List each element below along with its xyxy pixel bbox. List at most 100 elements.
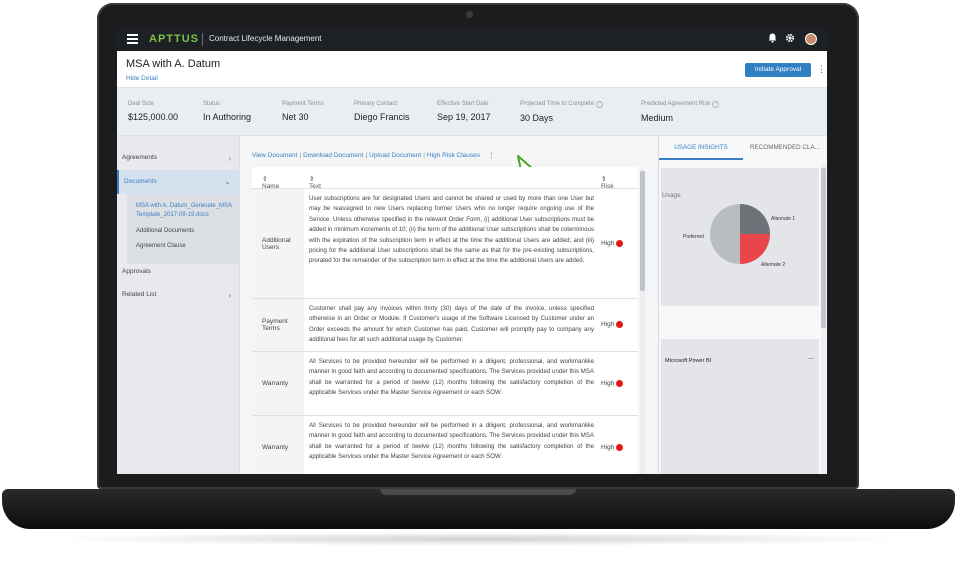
table-row[interactable]: Additional Users User subscriptions are … [252, 189, 638, 299]
predicted-risk-value: Medium [641, 113, 674, 123]
top-navigation-bar: APTTUS Contract Lifecycle Management [117, 28, 827, 51]
hide-detail-link[interactable]: Hide Detail [126, 75, 158, 82]
clause-name: Additional Users [252, 189, 304, 298]
usage-pie-chart [710, 204, 770, 264]
nav-label: Related List [122, 291, 157, 298]
projected-time-field: Projected Time to Complete? 30 Days [520, 101, 604, 123]
pie-label-alternate-2: Alternate 2 [761, 262, 786, 268]
deal-size-label: Deal Size [128, 101, 154, 107]
tab-recommended-clauses[interactable]: RECOMMENDED CLA... [743, 136, 827, 160]
help-icon[interactable]: ? [712, 101, 720, 108]
table-row[interactable]: Warranty All Services to be provided her… [252, 352, 638, 416]
projected-time-label: Projected Time to Complete? [520, 101, 604, 108]
nav-item-related-list[interactable]: Related List › [117, 291, 240, 300]
pie-slice-preferred [710, 204, 740, 264]
column-header-risk[interactable]: Risk ⇕ [601, 175, 614, 190]
clause-text: User subscriptions are for designated Us… [309, 195, 594, 265]
left-navigation: Agreements › Documents ⌄ MSA with A. Dat… [117, 136, 240, 474]
menu-icon[interactable] [127, 34, 138, 44]
risk-dot-icon [616, 380, 624, 387]
risk-dot-icon [616, 321, 624, 328]
payment-terms-label: Payment Terms [282, 101, 324, 107]
risk-label: High [601, 444, 615, 452]
high-risk-clauses-link[interactable]: High Risk Clauses [427, 152, 480, 159]
scrollbar-thumb[interactable] [821, 168, 826, 328]
more-options-icon[interactable]: ⋮ [488, 152, 495, 159]
risk-dot-icon [616, 444, 624, 451]
nav-label: Documents [124, 178, 157, 185]
clause-text: All Services to be provided hereunder wi… [309, 422, 594, 461]
risk-label: High [601, 240, 615, 248]
risk-indicator: High [601, 380, 624, 388]
deal-size-value: $125,000.00 [128, 112, 179, 122]
risk-dot-icon [616, 240, 624, 247]
page-title: MSA with A. Datum [126, 58, 221, 70]
primary-contact-field: Primary Contact Diego Francis [354, 101, 410, 122]
scrollbar-thumb[interactable] [640, 171, 645, 291]
insights-panel: USAGE INSIGHTS RECOMMENDED CLA... Usage … [658, 136, 827, 474]
clause-text: All Services to be provided hereunder wi… [309, 358, 594, 397]
laptop-base [2, 489, 955, 529]
download-document-link[interactable]: Download Document [303, 152, 363, 159]
clause-name: Payment Terms [252, 299, 304, 351]
view-document-link[interactable]: View Document [252, 152, 297, 159]
table-row[interactable]: Warranty All Services to be provided her… [252, 416, 638, 474]
document-actions: View Document | Download Document | Upload D… [252, 151, 495, 159]
status-value: In Authoring [203, 112, 252, 122]
chevron-down-icon: ⌄ [224, 177, 231, 186]
risk-indicator: High [601, 321, 624, 329]
primary-contact-label: Primary Contact [354, 101, 398, 107]
risk-indicator: High [601, 240, 624, 248]
nav-item-agreements[interactable]: Agreements › [117, 154, 240, 164]
clauses-table: Name ⇕ Text ⇕ Risk ⇕ Additional Users Us… [252, 167, 638, 474]
clause-name: Warranty [252, 416, 304, 474]
predicted-risk-label: Predicted Agreement Risk? [641, 101, 720, 108]
projected-time-value: 30 Days [520, 113, 554, 123]
nav-label: Agreements [122, 154, 158, 161]
risk-label: High [601, 380, 615, 388]
pie-label-preferred: Preferred [683, 234, 704, 240]
summary-strip: Deal Size $125,000.00 Status In Authorin… [117, 88, 827, 136]
nav-item-agreement-clause[interactable]: Agreement Clause [136, 242, 240, 251]
effective-start-field: Effective Start Date Sep 19, 2017 [437, 101, 491, 122]
status-field: Status In Authoring [203, 101, 251, 122]
brand-divider [202, 33, 203, 46]
more-options-icon[interactable]: ⋯ [807, 355, 814, 363]
nav-item-documents[interactable]: Documents ⌄ [117, 170, 240, 194]
brand-logo[interactable]: APTTUS [149, 33, 199, 45]
bell-icon[interactable] [768, 33, 777, 47]
nav-item-approvals[interactable]: Approvals [117, 268, 240, 275]
table-row[interactable]: Payment Terms Customer shall pay any inv… [252, 299, 638, 352]
document-file-link[interactable]: MSA with A. Datum_Generate_MSA Template_… [136, 202, 240, 220]
divider: | [423, 152, 425, 159]
column-header-text[interactable]: Text ⇕ [309, 175, 321, 190]
laptop-base-notch [380, 489, 576, 495]
payment-terms-field: Payment Terms Net 30 [282, 101, 324, 122]
app-title: Contract Lifecycle Management [209, 34, 322, 43]
table-header: Name ⇕ Text ⇕ Risk ⇕ [252, 167, 638, 190]
avatar[interactable] [805, 33, 817, 45]
record-header: MSA with A. Datum Hide Detail Initiate A… [117, 51, 827, 88]
camera-icon [466, 11, 473, 18]
more-options-icon[interactable]: ⋮ [817, 64, 826, 75]
predicted-risk-field: Predicted Agreement Risk? Medium [641, 101, 720, 123]
risk-label: High [601, 321, 615, 329]
power-bi-title: Microsoft Power BI [665, 358, 712, 364]
tab-usage-insights[interactable]: USAGE INSIGHTS [659, 136, 743, 160]
gear-icon[interactable] [785, 33, 795, 47]
upload-document-link[interactable]: Upload Document [369, 152, 421, 159]
divider: | [365, 152, 368, 159]
clause-name: Warranty [252, 352, 304, 415]
help-icon[interactable]: ? [596, 101, 604, 108]
divider: | [299, 152, 302, 159]
initiate-approval-button[interactable]: Initiate Approval [745, 63, 811, 77]
usage-title: Usage [662, 192, 681, 199]
projected-time-label-text: Projected Time to Complete [520, 101, 595, 107]
pie-slice-alternate-2 [740, 234, 770, 264]
laptop-mockup: APTTUS Contract Lifecycle Management MSA… [0, 0, 957, 566]
panel-scrollbar[interactable] [821, 164, 826, 474]
table-scrollbar[interactable] [640, 169, 645, 474]
pie-label-alternate-1: Alternate 1 [771, 216, 796, 222]
nav-item-additional-documents[interactable]: Additional Documents [136, 227, 240, 236]
column-header-name[interactable]: Name ⇕ [262, 175, 279, 190]
